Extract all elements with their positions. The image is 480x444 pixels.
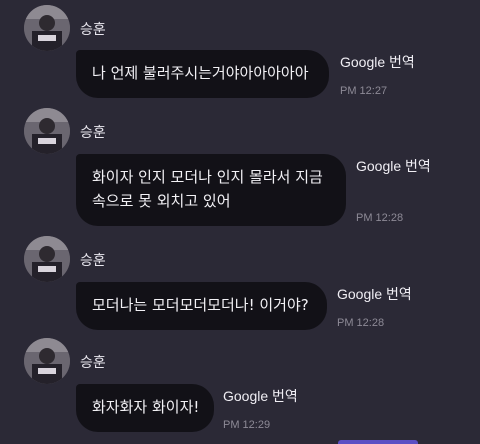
message-timestamp: PM 12:28 [337,317,385,329]
google-translate-link[interactable]: Google 번역 [223,388,298,404]
google-translate-link[interactable]: Google 번역 [337,286,412,302]
bottom-accent-bar [338,440,418,444]
google-translate-link[interactable]: Google 번역 [356,158,431,174]
google-translate-link[interactable]: Google 번역 [340,54,415,70]
avatar[interactable] [24,236,70,282]
message-bubble[interactable]: 나 언제 불러주시는거야아아아아아 [76,50,329,98]
profile-photo-icon [24,108,70,154]
sender-name: 승훈 [80,253,106,269]
message-timestamp: PM 12:29 [223,419,271,431]
avatar[interactable] [24,338,70,384]
sender-name: 승훈 [80,355,106,371]
chat-thread: 승훈 나 언제 불러주시는거야아아아아아 Google 번역 PM 12:27 … [0,0,480,444]
profile-photo-icon [24,236,70,282]
profile-photo-icon [24,5,70,51]
profile-photo-icon [24,338,70,384]
message-timestamp: PM 12:27 [340,85,388,97]
message-bubble[interactable]: 화자화자 화이자! [76,384,214,432]
avatar[interactable] [24,5,70,51]
sender-name: 승훈 [80,22,106,38]
message-timestamp: PM 12:28 [356,212,404,224]
avatar[interactable] [24,108,70,154]
sender-name: 승훈 [80,125,106,141]
message-bubble[interactable]: 모더나는 모더모더모더나! 이거야? [76,282,327,330]
message-bubble[interactable]: 화이자 인지 모더나 인지 몰라서 지금 속으로 못 외치고 있어 [76,154,346,226]
